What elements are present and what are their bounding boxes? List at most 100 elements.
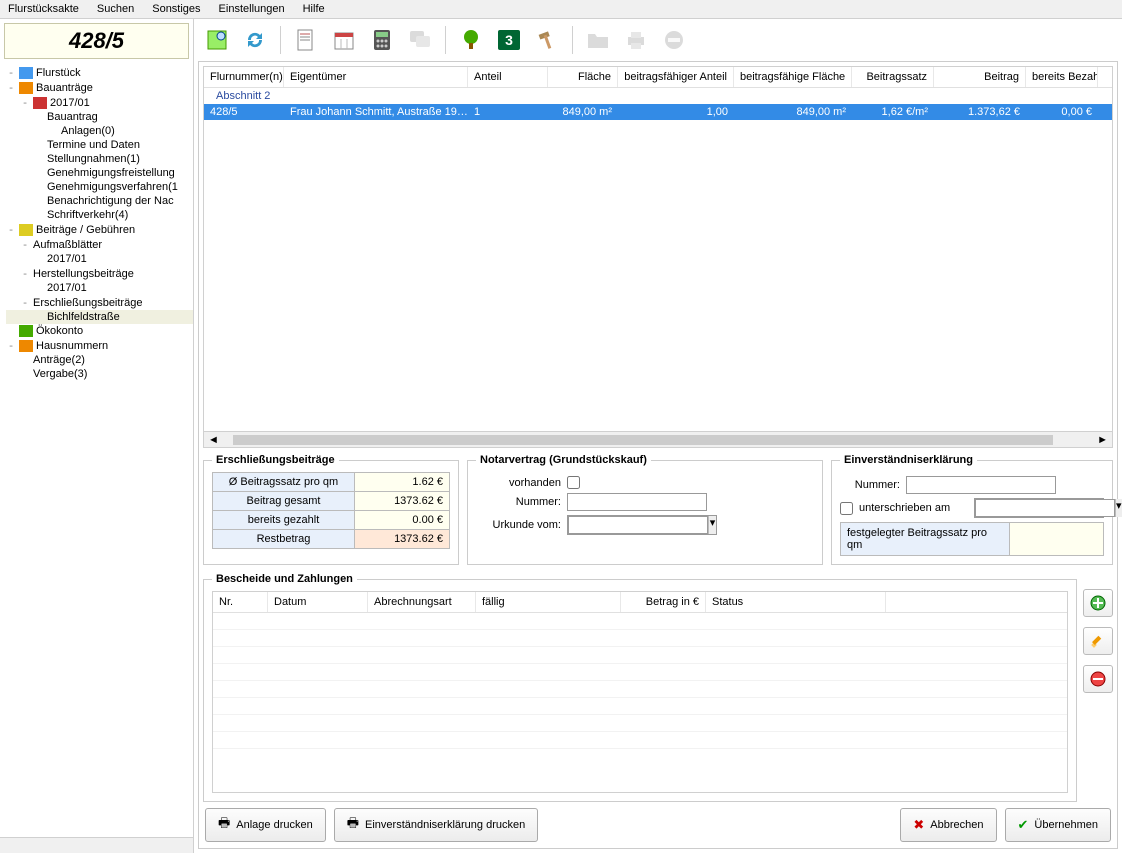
calendar-dropdown-icon[interactable]: ▾: [708, 516, 716, 534]
legend-notar: Notarvertrag (Grundstückskauf): [476, 454, 651, 466]
fieldset-einverstaendnis: Einverständniserklärung Nummer: untersch…: [831, 454, 1113, 565]
menu-einstellungen[interactable]: Einstellungen: [219, 3, 285, 15]
nav-tree[interactable]: -Flurstück-Bauanträge-2017/01Bauantrag An…: [0, 63, 193, 837]
tree-node[interactable]: Ökokonto: [6, 324, 193, 338]
payments-grid[interactable]: Nr. Datum Abrechnungsart fällig Betrag i…: [212, 591, 1068, 793]
add-button[interactable]: [1083, 589, 1113, 617]
tree-node[interactable]: -Flurstück: [6, 65, 193, 80]
tree-label: 2017/01: [47, 282, 87, 294]
label-urkunde: Urkunde vom:: [476, 519, 561, 531]
tb-doc-icon[interactable]: [289, 23, 323, 57]
tree-node[interactable]: Genehmigungsverfahren(1: [6, 180, 193, 194]
tb-disable-icon[interactable]: [657, 23, 691, 57]
input-notar-nummer[interactable]: [567, 493, 707, 511]
tree-label: Bichlfeldstraße: [47, 311, 120, 323]
tb-hammer-icon[interactable]: [530, 23, 564, 57]
grid-header: Flurnummer(n) Eigentümer Anteil Fläche b…: [204, 67, 1112, 88]
tree-node[interactable]: Anlagen(0): [6, 124, 193, 138]
tree-node[interactable]: Bauantrag: [6, 110, 193, 124]
tb-folder-icon[interactable]: [581, 23, 615, 57]
label-notar-nummer: Nummer:: [476, 496, 561, 508]
menu-flurstuecksakte[interactable]: Flurstücksakte: [8, 3, 79, 15]
edit-button[interactable]: [1083, 627, 1113, 655]
summary-label: Ø Beitragssatz pro qm: [213, 473, 355, 492]
tree-node[interactable]: -Aufmaßblätter: [6, 237, 193, 252]
tree-node[interactable]: 2017/01: [6, 281, 193, 295]
tree-label: Bauantrag: [47, 111, 98, 123]
menu-hilfe[interactable]: Hilfe: [303, 3, 325, 15]
menu-sonstiges[interactable]: Sonstiges: [152, 3, 200, 15]
checkbox-unterschrieben[interactable]: [840, 502, 853, 515]
label-unterschrieben: unterschrieben am: [859, 502, 950, 514]
tree-label: Schriftverkehr(4): [47, 209, 128, 221]
tb-tree-icon[interactable]: [454, 23, 488, 57]
tree-label: Ökokonto: [36, 325, 83, 337]
delete-button[interactable]: [1083, 665, 1113, 693]
tree-node[interactable]: Schriftverkehr(4): [6, 208, 193, 222]
grid-hscroll[interactable]: ◄►: [204, 431, 1112, 447]
tree-label: Anlagen(0): [61, 125, 115, 137]
tree-label: Aufmaßblätter: [33, 239, 102, 251]
grid-group[interactable]: Abschnitt 2: [204, 88, 1112, 104]
date-unterschrieben[interactable]: ▾: [974, 498, 1104, 518]
legend-einv: Einverständniserklärung: [840, 454, 977, 466]
tree-node[interactable]: Bichlfeldstraße: [6, 310, 193, 324]
tb-print-icon[interactable]: [619, 23, 653, 57]
tree-node[interactable]: 2017/01: [6, 252, 193, 266]
tb-chat-icon[interactable]: [403, 23, 437, 57]
grid-row[interactable]: 428/5 Frau Johann Schmitt, Austraße 19… …: [204, 104, 1112, 120]
sidebar-hscroll[interactable]: [0, 837, 193, 853]
apply-button[interactable]: ✔Übernehmen: [1005, 808, 1112, 842]
label-einv-nummer: Nummer:: [840, 479, 900, 491]
summary-value: 1373.62 €: [355, 492, 450, 511]
summary-value: 1.62 €: [355, 473, 450, 492]
summary-label: Beitrag gesamt: [213, 492, 355, 511]
orange-icon: [19, 340, 33, 352]
menubar: Flurstücksakte Suchen Sonstiges Einstell…: [0, 0, 1122, 19]
print-anlage-button[interactable]: 🖶Anlage drucken: [205, 808, 326, 842]
tree-node[interactable]: Termine und Daten: [6, 138, 193, 152]
menu-suchen[interactable]: Suchen: [97, 3, 134, 15]
sidebar: 428/5 -Flurstück-Bauanträge-2017/01Bauan…: [0, 19, 194, 853]
fieldset-notarvertrag: Notarvertrag (Grundstückskauf) vorhanden…: [467, 454, 823, 565]
orange-icon: [19, 82, 33, 94]
label-vorhanden: vorhanden: [476, 477, 561, 489]
tb-number3-icon[interactable]: 3: [492, 23, 526, 57]
input-einv-nummer[interactable]: [906, 476, 1056, 494]
tree-node[interactable]: Benachrichtigung der Nac: [6, 194, 193, 208]
tree-node[interactable]: Genehmigungsfreistellung: [6, 166, 193, 180]
tree-node[interactable]: -Bauanträge: [6, 80, 193, 95]
fixed-rate-row: festgelegter Beitragssatz pro qm: [840, 522, 1104, 556]
tree-node[interactable]: Vergabe(3): [6, 367, 193, 381]
summary-label: bereits gezahlt: [213, 511, 355, 530]
print-einverstaendnis-button[interactable]: 🖶Einverständniserklärung drucken: [334, 808, 538, 842]
tree-label: Benachrichtigung der Nac: [47, 195, 174, 207]
summary-value: 0.00 €: [355, 511, 450, 530]
legend-erschliessung: Erschließungsbeiträge: [212, 454, 339, 466]
tree-node[interactable]: -Erschließungsbeiträge: [6, 295, 193, 310]
summary-label: Restbetrag: [213, 530, 355, 549]
contributions-grid[interactable]: Flurnummer(n) Eigentümer Anteil Fläche b…: [203, 66, 1113, 448]
tb-calculator-icon[interactable]: [365, 23, 399, 57]
tree-node[interactable]: -2017/01: [6, 95, 193, 110]
tree-node[interactable]: Stellungnahmen(1): [6, 152, 193, 166]
tree-node[interactable]: -Herstellungsbeiträge: [6, 266, 193, 281]
tb-refresh-icon[interactable]: [238, 23, 272, 57]
calendar-dropdown-icon[interactable]: ▾: [1115, 499, 1122, 517]
tree-label: 2017/01: [47, 253, 87, 265]
ok-icon: ✔: [1018, 817, 1029, 833]
date-urkunde[interactable]: ▾: [567, 515, 717, 535]
checkbox-vorhanden[interactable]: [567, 476, 580, 489]
tree-label: Stellungnahmen(1): [47, 153, 140, 165]
cancel-button[interactable]: ✖Abbrechen: [900, 808, 996, 842]
tree-label: Herstellungsbeiträge: [33, 268, 134, 280]
tree-label: Bauanträge: [36, 82, 93, 94]
tree-node[interactable]: Anträge(2): [6, 353, 193, 367]
yellow-icon: [19, 224, 33, 236]
tree-node[interactable]: -Hausnummern: [6, 338, 193, 353]
payments-grid-header: Nr. Datum Abrechnungsart fällig Betrag i…: [213, 592, 1067, 613]
tb-calendar-icon[interactable]: [327, 23, 361, 57]
tb-map-icon[interactable]: [200, 23, 234, 57]
tree-node[interactable]: -Beiträge / Gebühren: [6, 222, 193, 237]
legend-bescheide: Bescheide und Zahlungen: [212, 573, 357, 585]
